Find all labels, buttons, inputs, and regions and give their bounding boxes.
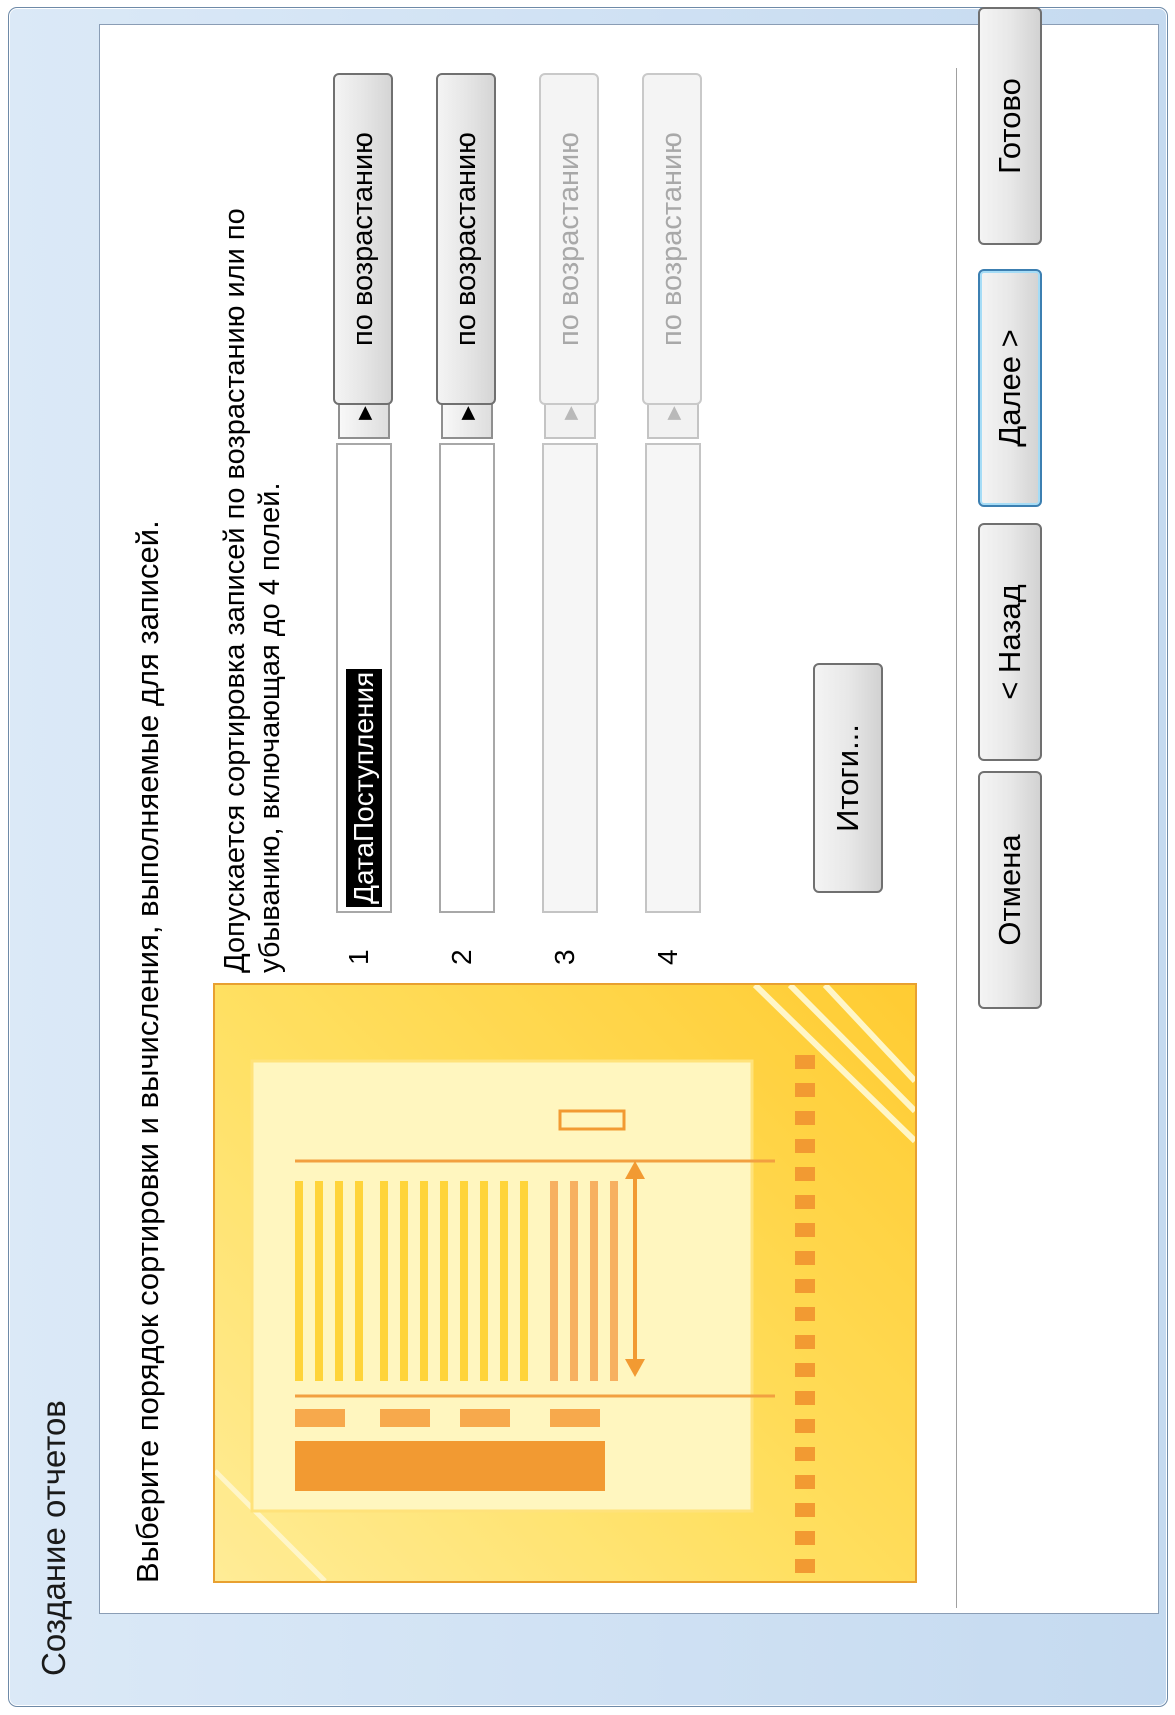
sort-field-3-combobox[interactable] (542, 443, 598, 913)
sort-row-3-number: 3 (549, 949, 580, 965)
sort-field-1-combobox[interactable]: ДатаПоступления (336, 443, 392, 913)
instruction-text: Выберите порядок сортировки и вычисления… (130, 520, 165, 1583)
report-illustration-graphic (213, 983, 917, 1583)
next-button[interactable]: Далее > (978, 269, 1042, 507)
sort-order-1-button[interactable]: по возрастанию (333, 73, 393, 405)
sort-row-1-number: 1 (343, 949, 374, 965)
footer-separator (956, 68, 958, 1608)
screenshot-canvas: Создание отчетов Выберите порядок сортир… (0, 0, 1175, 1715)
sort-order-4-button[interactable]: по возрастанию (642, 73, 702, 405)
sort-field-4-combobox[interactable] (645, 443, 701, 913)
sort-order-3-button[interactable]: по возрастанию (539, 73, 599, 405)
dropdown-arrow-icon: ▶ (456, 406, 477, 420)
finish-button[interactable]: Готово (978, 7, 1042, 245)
dropdown-arrow-icon: ▶ (662, 406, 683, 420)
dropdown-arrow-icon: ▶ (559, 406, 580, 420)
sort-field-2-combobox[interactable] (439, 443, 495, 913)
sort-description-line-1: Допускается сортировка записей по возрас… (219, 208, 251, 973)
window-title: Создание отчетов (35, 1400, 72, 1676)
sort-field-1-value: ДатаПоступления (346, 668, 382, 907)
dialog-client-area: Выберите порядок сортировки и вычисления… (99, 7, 1159, 1614)
sort-description: Допускается сортировка записей по возрас… (218, 73, 288, 973)
dialog-window: Создание отчетов Выберите порядок сортир… (8, 7, 1168, 1707)
back-button[interactable]: < Назад (978, 523, 1042, 761)
dropdown-arrow-icon: ▶ (353, 406, 374, 420)
report-illustration (213, 983, 917, 1583)
sort-row-4-number: 4 (652, 949, 683, 965)
cancel-button[interactable]: Отмена (978, 771, 1042, 1009)
sort-row-2-number: 2 (446, 949, 477, 965)
sort-order-2-button[interactable]: по возрастанию (436, 73, 496, 405)
sort-description-line-2: убыванию, включающая до 4 полей. (254, 482, 286, 973)
totals-button[interactable]: Итоги... (813, 663, 883, 893)
rotated-dialog-layer: Создание отчетов Выберите порядок сортир… (0, 0, 1175, 1715)
